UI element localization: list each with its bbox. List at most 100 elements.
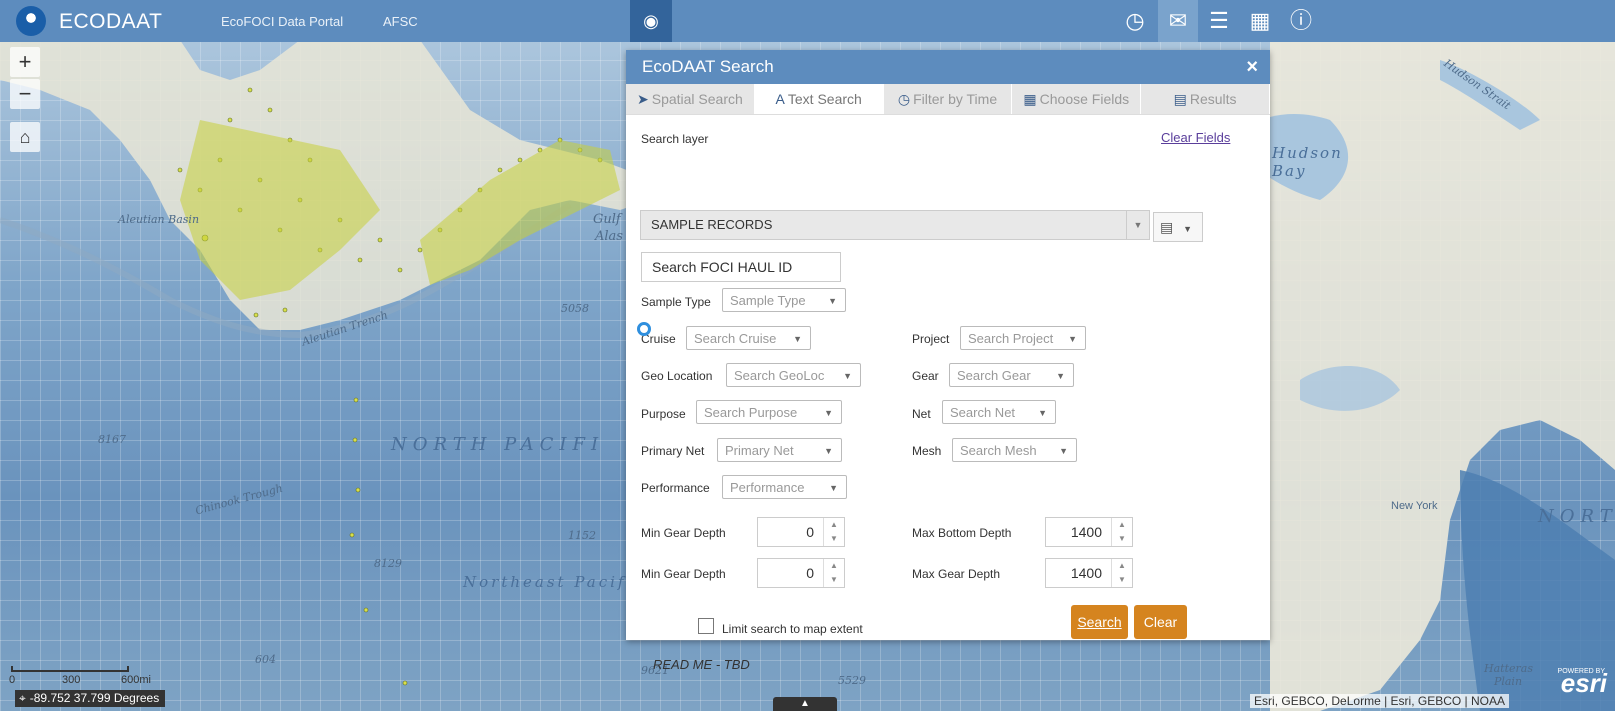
scale-bar (11, 666, 129, 672)
binoculars-icon[interactable]: ◉ (630, 0, 672, 42)
map-depth-5058: 5058 (561, 302, 589, 315)
purpose-select[interactable]: Search Purpose ▼ (696, 400, 842, 424)
value: 0 (806, 524, 814, 540)
app-title: ECODAAT (59, 10, 163, 33)
limit-extent-checkbox[interactable] (698, 618, 714, 634)
loading-spinner (637, 322, 651, 336)
geo-location-select[interactable]: Search GeoLoc ▼ (726, 363, 861, 387)
ecofoci-data-portal-link[interactable]: EcoFOCI Data Portal (221, 14, 343, 29)
noaa-logo (16, 6, 46, 36)
spinner-icon[interactable]: ▲ ▼ (823, 518, 844, 546)
min-gear-depth-input-2[interactable]: 0 ▲ ▼ (757, 558, 845, 588)
sample-type-select[interactable]: Sample Type ▼ (722, 288, 846, 312)
cruise-select[interactable]: Search Cruise ▼ (686, 326, 811, 350)
performance-select[interactable]: Performance ▼ (722, 475, 847, 499)
map-depth-8167: 8167 (98, 433, 126, 446)
clear-button[interactable]: Clear (1134, 605, 1187, 639)
spinner-icon[interactable]: ▲ ▼ (823, 559, 844, 587)
tab-label: Text Search (787, 91, 862, 107)
map-label-gulf: Gulf (593, 212, 621, 227)
geo-location-label: Geo Location (641, 369, 713, 383)
zoom-out-button[interactable]: − (10, 79, 40, 109)
spinner-icon[interactable]: ▲ ▼ (1111, 559, 1132, 587)
chevron-down-icon: ▼ (1059, 446, 1068, 456)
chat-icon[interactable]: ✉ (1158, 0, 1198, 42)
tab-filter-by-time[interactable]: ◷ Filter by Time (884, 84, 1013, 114)
info-icon[interactable]: ⓘ (1281, 0, 1321, 42)
scale-label-zero: 0 (9, 674, 16, 686)
map-label-north-atlantic: NORT (1538, 506, 1615, 527)
primary-net-select[interactable]: Primary Net ▼ (717, 438, 842, 462)
zoom-in-button[interactable]: + (10, 47, 40, 77)
search-tabs: ➤ Spatial Search A Text Search ◷ Filter by … (626, 84, 1270, 115)
document-dropdown-button[interactable]: ▤ ▼ (1153, 212, 1203, 242)
max-gear-depth-label: Max Gear Depth (912, 567, 1001, 581)
layers-icon[interactable]: ☰ (1199, 0, 1239, 42)
search-layer-label: Search layer (641, 132, 709, 146)
chevron-down-icon: ▼ (1183, 224, 1193, 234)
performance-label: Performance (641, 481, 710, 495)
crosshair-icon: ⌖ (19, 691, 26, 705)
grid-icon[interactable]: ▦ (1240, 0, 1280, 42)
home-icon[interactable]: ⌂ (10, 122, 40, 152)
map-depth-5529: 5529 (838, 674, 866, 687)
search-dialog: EcoDAAT Search × ➤ Spatial Search A Text S… (626, 50, 1270, 672)
foci-haul-id-input[interactable]: Search FOCI HAUL ID (641, 252, 841, 282)
collapse-panel-button[interactable]: ▲ (773, 697, 837, 711)
net-label: Net (912, 407, 931, 421)
min-gear-depth-label: Min Gear Depth (641, 526, 726, 540)
placeholder: Performance (730, 480, 805, 495)
close-icon[interactable]: × (1246, 56, 1258, 79)
chevron-down-icon: ▼ (1068, 334, 1077, 344)
placeholder: Search Net (950, 405, 1016, 420)
gear-select[interactable]: Search Gear ▼ (949, 363, 1074, 387)
app-header: ECODAAT EcoFOCI Data Portal AFSC ◉ ◷ ✉ ☰… (0, 0, 1615, 42)
afsc-link[interactable]: AFSC (383, 14, 418, 29)
chevron-down-icon: ▼ (829, 483, 838, 493)
tab-text-search[interactable]: A Text Search (754, 84, 884, 114)
clock-icon: ◷ (897, 91, 911, 107)
coordinate-readout[interactable]: ⌖ -89.752 37.799 Degrees (15, 690, 166, 707)
placeholder: Search Cruise (694, 331, 777, 346)
min-gear-depth-input[interactable]: 0 ▲ ▼ (757, 517, 845, 547)
chevron-down-icon: ▼ (843, 371, 852, 381)
search-button[interactable]: Search (1071, 605, 1128, 639)
cursor-icon: ➤ (637, 91, 649, 107)
tab-label: Results (1189, 91, 1237, 107)
placeholder: Search Purpose (704, 405, 798, 420)
chevron-down-icon: ▼ (1056, 371, 1065, 381)
map-label-hatteras-plain: Hatteras Plain (1484, 662, 1533, 688)
results-icon: ▤ (1173, 91, 1187, 107)
map-depth-1152: 1152 (568, 529, 596, 542)
placeholder: Search GeoLoc (734, 368, 825, 383)
search-layer-select[interactable]: SAMPLE RECORDS ▼ (640, 210, 1150, 240)
coordinate-value: -89.752 37.799 Degrees (29, 691, 160, 705)
min-gear-depth-label-2: Min Gear Depth (641, 567, 726, 581)
map-label-aleutian-basin: Aleutian Basin (118, 213, 200, 226)
tab-results[interactable]: ▤ Results (1141, 84, 1270, 114)
search-layer-value: SAMPLE RECORDS (651, 217, 773, 232)
max-gear-depth-input[interactable]: 1400 ▲ ▼ (1045, 558, 1133, 588)
history-icon[interactable]: ◷ (1115, 0, 1155, 42)
tab-label: Spatial Search (651, 91, 743, 107)
max-bottom-depth-input[interactable]: 1400 ▲ ▼ (1045, 517, 1133, 547)
chevron-down-icon: ▼ (793, 334, 802, 344)
map-depth-8129: 8129 (374, 557, 402, 570)
map-attribution: Esri, GEBCO, DeLorme | Esri, GEBCO | NOA… (1250, 694, 1509, 708)
net-select[interactable]: Search Net ▼ (942, 400, 1056, 424)
value: 0 (806, 565, 814, 581)
placeholder: Search Gear (957, 368, 1031, 383)
project-select[interactable]: Search Project ▼ (960, 326, 1086, 350)
tab-choose-fields[interactable]: ▦ Choose Fields (1012, 84, 1142, 114)
project-label: Project (912, 332, 950, 346)
placeholder: Primary Net (725, 443, 794, 458)
placeholder: Sample Type (730, 293, 806, 308)
value: 1400 (1070, 524, 1102, 540)
mesh-select[interactable]: Search Mesh ▼ (952, 438, 1077, 462)
esri-logo[interactable]: esri (1561, 668, 1607, 699)
purpose-label: Purpose (641, 407, 686, 421)
clear-fields-link[interactable]: Clear Fields (1161, 130, 1230, 145)
tab-spatial-search[interactable]: ➤ Spatial Search (626, 84, 755, 114)
map-label-hudson-bay: Hudson Bay (1272, 144, 1343, 180)
spinner-icon[interactable]: ▲ ▼ (1111, 518, 1132, 546)
